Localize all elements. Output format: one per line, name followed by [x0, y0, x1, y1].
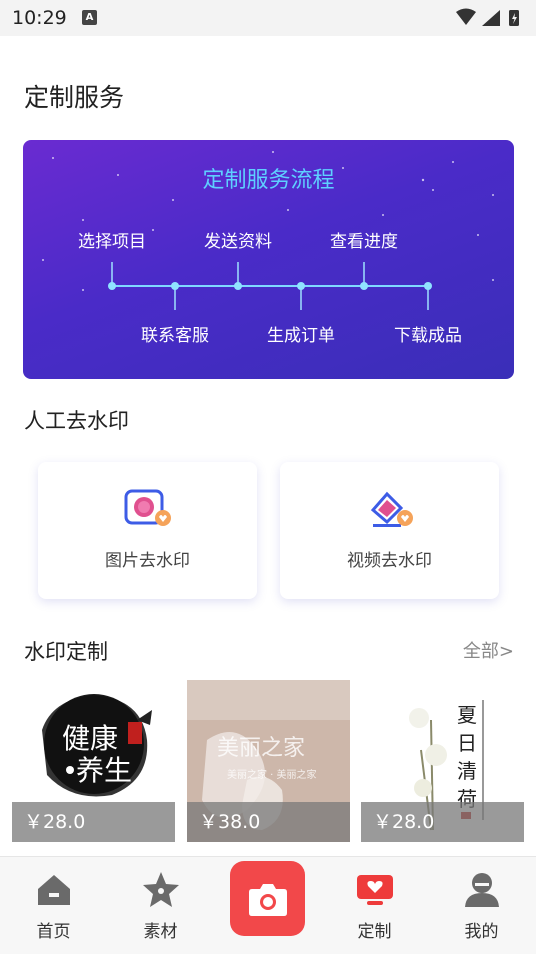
- nav-item-profile[interactable]: 我的: [428, 857, 535, 954]
- signal-battery-icons: [456, 8, 519, 26]
- nav-item-custom[interactable]: 定制: [321, 857, 428, 954]
- camera-icon: [249, 884, 287, 916]
- wifi-icon: [456, 8, 476, 25]
- notification-icon: A: [82, 10, 97, 25]
- watermark-custom-title: 水印定制: [24, 640, 108, 664]
- svg-text:清: 清: [457, 759, 477, 783]
- image-watermark-removal-label: 图片去水印: [105, 551, 190, 571]
- process-title: 定制服务流程: [202, 168, 335, 193]
- svg-text:养生: 养生: [76, 754, 132, 787]
- video-watermark-removal-label: 视频去水印: [347, 551, 432, 571]
- svg-text:夏: 夏: [457, 703, 477, 727]
- star-icon: [142, 872, 179, 907]
- step-download-product: 下载成品: [394, 326, 462, 346]
- status-time: 10:29: [12, 7, 67, 29]
- svg-text:日: 日: [457, 731, 477, 755]
- nav-label-home: 首页: [36, 922, 71, 942]
- watermark-removal-title: 人工去水印: [24, 409, 129, 433]
- page-title: 定制服务: [24, 83, 125, 112]
- svg-text:健康: 健康: [62, 722, 118, 755]
- video-erase-icon: [370, 491, 413, 527]
- svg-text:美丽之家 · 美丽之家: 美丽之家 · 美丽之家: [227, 768, 317, 781]
- product-price: ￥38.0: [199, 811, 261, 833]
- camera-button[interactable]: [230, 861, 305, 936]
- step-check-progress: 查看进度: [330, 232, 398, 252]
- cell-signal-icon: [482, 10, 500, 26]
- product-card[interactable]: 美丽之家 美丽之家 · 美丽之家 ￥38.0: [187, 680, 350, 842]
- step-select-project: 选择项目: [78, 232, 146, 252]
- svg-text:美丽之家: 美丽之家: [217, 736, 305, 761]
- image-watermark-removal-button[interactable]: 图片去水印: [38, 462, 257, 599]
- product-price: ￥28.0: [373, 811, 435, 833]
- nav-item-materials[interactable]: 素材: [107, 857, 214, 954]
- profile-icon: [464, 873, 499, 907]
- nav-label-profile: 我的: [464, 922, 499, 942]
- status-bar: 10:29 A: [0, 0, 536, 36]
- product-card[interactable]: 健康 养生 ￥28.0: [12, 680, 175, 842]
- video-watermark-removal-button[interactable]: 视频去水印: [280, 462, 499, 599]
- nav-item-home[interactable]: 首页: [0, 857, 107, 954]
- process-banner: 定制服务流程 选择项目 联系客服 发送资料 生成订单 查看进度 下载成品: [23, 140, 514, 379]
- view-all-link[interactable]: 全部>: [463, 637, 514, 663]
- image-erase-icon: [124, 489, 171, 526]
- step-contact-service: 联系客服: [141, 326, 209, 346]
- step-send-materials: 发送资料: [204, 232, 272, 252]
- home-icon: [37, 875, 70, 905]
- step-generate-order: 生成订单: [267, 326, 335, 346]
- product-card[interactable]: 夏 日 清 荷 ￥28.0: [361, 680, 524, 842]
- nav-label-custom: 定制: [357, 922, 392, 942]
- custom-heart-icon: [356, 875, 393, 905]
- product-price: ￥28.0: [24, 811, 86, 833]
- nav-label-materials: 素材: [143, 922, 178, 942]
